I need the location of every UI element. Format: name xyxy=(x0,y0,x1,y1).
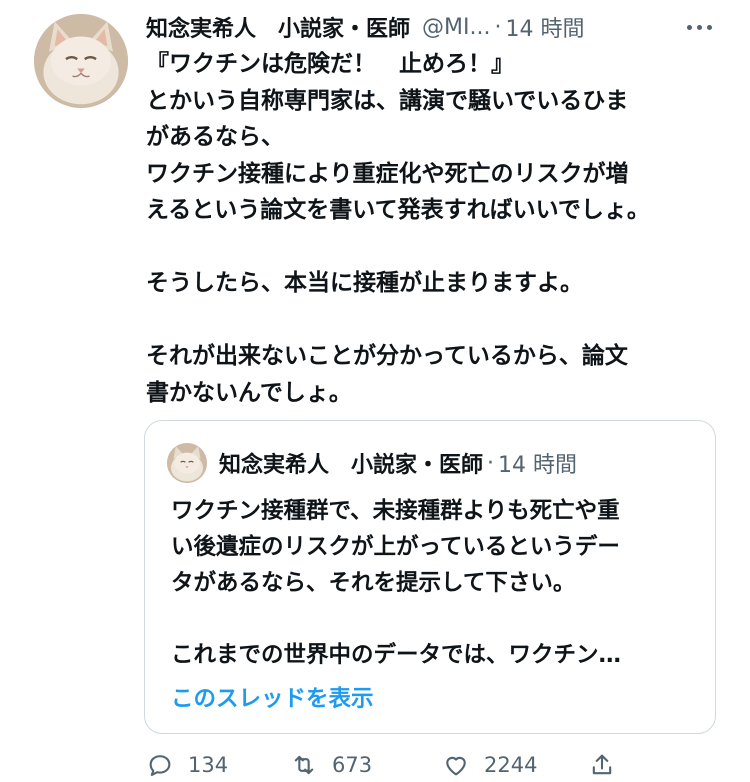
share-icon xyxy=(592,754,612,775)
tweet-text-line: 『ワクチンは危険だ！ 止めろ！』 xyxy=(146,51,514,77)
retweet-button[interactable]: 673 xyxy=(290,748,372,782)
quoted-text-line: い後遺症のリスクが上がっているというデー xyxy=(171,534,620,560)
retweet-count: 673 xyxy=(332,753,373,777)
tweet-text-line: それが出来ないことが分かっているから、論文 xyxy=(146,343,628,369)
quoted-text-line: ワクチン接種群で、未接種群よりも死亡や重 xyxy=(171,498,620,524)
tweet-text-line: そうしたら、本当に接種が止まりますよ。 xyxy=(146,270,583,296)
share-button[interactable] xyxy=(588,748,630,782)
tweet-text-line: とかいう自称専門家は、講演で騒いでいるひま xyxy=(146,87,629,114)
tweet-text-line: があるなら、 xyxy=(146,124,284,150)
author-avatar[interactable] xyxy=(34,14,128,108)
cat-avatar-image xyxy=(34,14,128,108)
quoted-tweet-card[interactable]: 知念実希人 小説家・医師 · 14 時間 ワクチン接種群で、未接種群よりも死亡や… xyxy=(144,420,716,734)
reply-icon xyxy=(149,755,171,776)
quoted-author-avatar[interactable] xyxy=(167,443,207,483)
reply-button[interactable]: 134 xyxy=(146,748,228,782)
separator-dot: · xyxy=(487,450,495,476)
quoted-text-line: タがあるなら、それを提示して下さい。 xyxy=(171,570,576,596)
quoted-text-line: これまでの世界中のデータでは、ワクチン… xyxy=(171,642,622,668)
cat-avatar-image xyxy=(167,443,207,483)
author-handle[interactable]: @MI... xyxy=(422,15,490,40)
tweet-text: 『ワクチンは危険だ！ 止めろ！』 とかいう自称専門家は、講演で騒いでいるひま が… xyxy=(146,46,726,411)
tweet-text-line xyxy=(146,302,726,339)
like-button[interactable]: 2244 xyxy=(442,748,537,782)
quoted-author-name: 知念実希人 小説家・医師 xyxy=(219,453,484,478)
tweet-text-line: 書かないんでしょ。 xyxy=(146,379,352,406)
heart-icon xyxy=(446,756,466,776)
author-name[interactable]: 知念実希人 小説家・医師 xyxy=(146,11,410,43)
separator-dot: · xyxy=(494,14,502,40)
retweet-icon xyxy=(294,755,314,775)
tweet-text-line xyxy=(146,229,726,266)
tweet-timestamp[interactable]: 14 時間 xyxy=(505,11,584,43)
quoted-text-line xyxy=(171,601,701,637)
quoted-tweet-text: ワクチン接種群で、未接種群よりも死亡や重 い後遺症のリスクが上がっているというデ… xyxy=(171,493,701,673)
tweet-text-line: ワクチン接種により重症化や死亡のリスクが増 xyxy=(146,160,629,187)
show-thread-link[interactable]: このスレッドを表示 xyxy=(171,681,374,713)
tweet-header: 知念実希人 小説家・医師 @MI... · 14 時間 xyxy=(146,10,706,44)
tweet-action-bar: 134 673 2244 xyxy=(146,748,746,782)
reply-count: 134 xyxy=(188,753,229,777)
tweet-text-line: えるという論文を書いて発表すればいいでしょ。 xyxy=(146,197,650,223)
like-count: 2244 xyxy=(484,753,538,777)
more-icon[interactable] xyxy=(678,12,720,42)
quoted-tweet-header: 知念実希人 小説家・医師 · 14 時間 xyxy=(219,447,577,479)
quoted-tweet-timestamp: 14 時間 xyxy=(498,453,578,478)
